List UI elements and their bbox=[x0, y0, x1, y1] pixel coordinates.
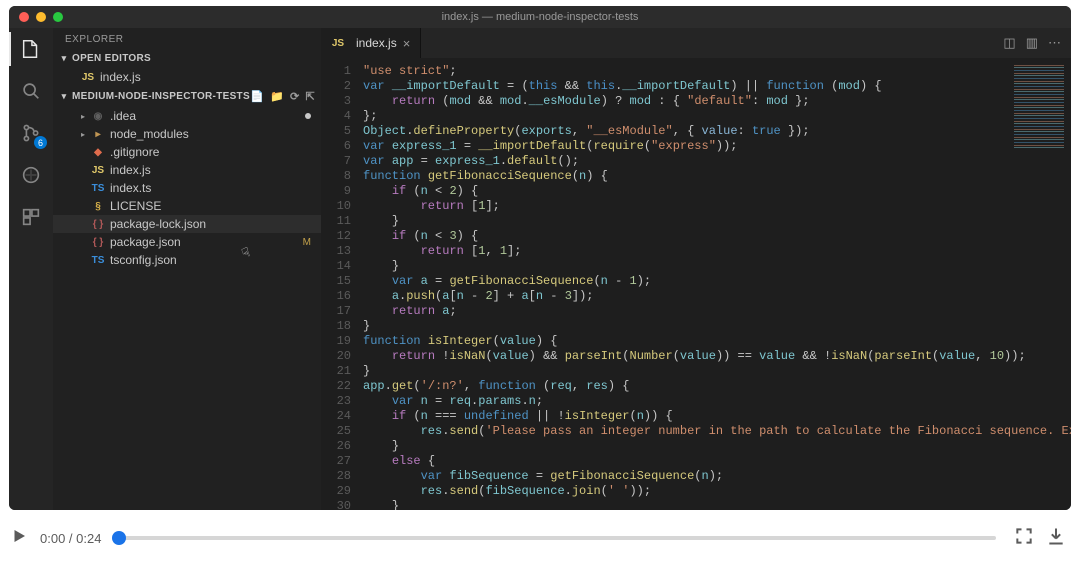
project-label: MEDIUM-NODE-INSPECTOR-TESTS bbox=[72, 91, 250, 102]
license-file-icon: § bbox=[91, 199, 105, 213]
code-content[interactable]: "use strict";var __importDefault = (this… bbox=[361, 58, 1071, 510]
vcs-status: M bbox=[303, 237, 311, 248]
video-frame: index.js — medium-node-inspector-tests 6… bbox=[9, 6, 1071, 510]
twist-icon: ▸ bbox=[81, 130, 91, 139]
extensions-icon[interactable] bbox=[18, 204, 44, 230]
new-file-icon[interactable]: 📄 bbox=[250, 90, 264, 103]
explorer-sidebar: EXPLORER ▾ OPEN EDITORS JS index.js ▾ MED… bbox=[53, 28, 321, 510]
files-icon[interactable] bbox=[18, 36, 44, 62]
tab-label: index.js bbox=[356, 36, 397, 50]
explorer-title: EXPLORER bbox=[53, 28, 321, 51]
debug-icon[interactable] bbox=[18, 162, 44, 188]
project-tree: ▸◉.idea▸▸node_modules◆.gitignoreJSindex.… bbox=[53, 105, 321, 271]
video-controls: 0:00 / 0:24 bbox=[0, 510, 1080, 566]
tree-item[interactable]: ▸◉ .idea bbox=[53, 107, 321, 125]
js-file-icon: JS bbox=[331, 36, 345, 50]
file-label: package.json bbox=[110, 235, 303, 249]
badge: 6 bbox=[34, 136, 47, 149]
folder-file-icon: ▸ bbox=[91, 127, 105, 141]
tree-item[interactable]: { } package.jsonM bbox=[53, 233, 321, 251]
tab-bar: JS index.js × ◫ ▥ ⋯ bbox=[321, 28, 1071, 58]
split-icon[interactable]: ◫ bbox=[1003, 35, 1015, 51]
video-time: 0:00 / 0:24 bbox=[40, 531, 101, 546]
tab-index-js[interactable]: JS index.js × bbox=[321, 28, 421, 58]
open-editor-item[interactable]: JS index.js bbox=[53, 68, 321, 86]
video-progress-bar[interactable] bbox=[119, 536, 996, 540]
file-label: node_modules bbox=[110, 127, 321, 141]
window-title: index.js — medium-node-inspector-tests bbox=[9, 11, 1071, 23]
layout-icon[interactable]: ▥ bbox=[1026, 35, 1038, 51]
fullscreen-button[interactable] bbox=[1014, 526, 1034, 551]
tree-item[interactable]: TS tsconfig.json bbox=[53, 251, 321, 269]
json-file-icon: { } bbox=[91, 235, 105, 249]
project-header[interactable]: ▾ MEDIUM-NODE-INSPECTOR-TESTS 📄 📁 ⟳ ⇱ bbox=[53, 88, 321, 105]
file-label: .idea bbox=[110, 109, 305, 123]
file-label: tsconfig.json bbox=[110, 253, 321, 267]
source-control-icon[interactable]: 6 bbox=[18, 120, 44, 146]
tree-item[interactable]: { } package-lock.json bbox=[53, 215, 321, 233]
activity-bar: 6 bbox=[9, 28, 53, 510]
new-folder-icon[interactable]: 📁 bbox=[270, 90, 284, 103]
idea-file-icon: ◉ bbox=[91, 109, 105, 123]
download-button[interactable] bbox=[1046, 526, 1066, 551]
tree-item[interactable]: JS index.js bbox=[53, 161, 321, 179]
json-file-icon: { } bbox=[91, 217, 105, 231]
video-current-time: 0:00 bbox=[40, 531, 65, 546]
editor-group: JS index.js × ◫ ▥ ⋯ 1234567891011121314151… bbox=[321, 28, 1071, 510]
twist-icon: ▸ bbox=[81, 112, 91, 121]
git-file-icon: ◆ bbox=[91, 145, 105, 159]
file-label: index.js bbox=[110, 163, 321, 177]
tree-item[interactable]: TS index.ts bbox=[53, 179, 321, 197]
file-label: package-lock.json bbox=[110, 217, 321, 231]
window-titlebar: index.js — medium-node-inspector-tests bbox=[9, 6, 1071, 28]
open-editors-header[interactable]: ▾ OPEN EDITORS bbox=[53, 51, 321, 66]
search-icon[interactable] bbox=[18, 78, 44, 104]
file-label: index.js bbox=[100, 70, 321, 84]
line-number-gutter: 1234567891011121314151617181920212223242… bbox=[321, 58, 361, 510]
js-file-icon: JS bbox=[91, 163, 105, 177]
unsaved-indicator bbox=[305, 113, 311, 119]
file-label: .gitignore bbox=[110, 145, 321, 159]
open-editors-label: OPEN EDITORS bbox=[72, 53, 151, 64]
refresh-icon[interactable]: ⟳ bbox=[290, 90, 300, 103]
video-progress-knob[interactable] bbox=[112, 531, 126, 545]
close-tab-icon[interactable]: × bbox=[403, 36, 411, 51]
tree-item[interactable]: ▸▸ node_modules bbox=[53, 125, 321, 143]
more-icon[interactable]: ⋯ bbox=[1048, 35, 1061, 51]
file-label: index.ts bbox=[110, 181, 321, 195]
tree-item[interactable]: § LICENSE bbox=[53, 197, 321, 215]
file-label: LICENSE bbox=[110, 199, 321, 213]
ts-file-icon: TS bbox=[91, 181, 105, 195]
js-file-icon: JS bbox=[81, 70, 95, 84]
collapse-icon[interactable]: ⇱ bbox=[305, 90, 315, 103]
tree-item[interactable]: ◆ .gitignore bbox=[53, 143, 321, 161]
code-editor[interactable]: 1234567891011121314151617181920212223242… bbox=[321, 58, 1071, 510]
open-editors-list: JS index.js bbox=[53, 66, 321, 88]
video-duration: 0:24 bbox=[76, 531, 101, 546]
chevron-down-icon: ▾ bbox=[59, 91, 69, 102]
minimap[interactable] bbox=[1011, 62, 1067, 152]
play-button[interactable] bbox=[10, 527, 28, 550]
chevron-down-icon: ▾ bbox=[59, 53, 69, 64]
ts-file-icon: TS bbox=[91, 253, 105, 267]
